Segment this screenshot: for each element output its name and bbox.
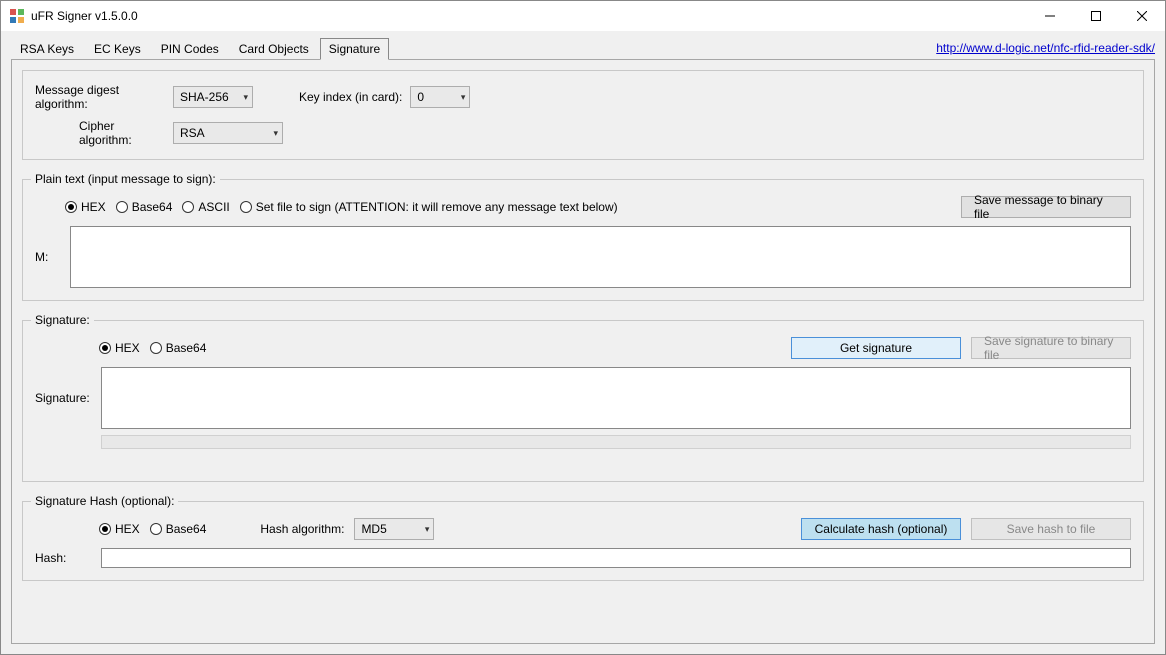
window-controls (1027, 1, 1165, 31)
chevron-down-icon: ▾ (273, 128, 278, 139)
radio-hash-base64[interactable]: Base64 (150, 522, 207, 536)
tab-pin-codes[interactable]: PIN Codes (152, 38, 228, 60)
message-input[interactable] (70, 226, 1131, 288)
hash-radios: HEX Base64 (99, 522, 216, 536)
close-icon (1137, 11, 1147, 21)
titlebar: uFR Signer v1.5.0.0 (1, 1, 1165, 31)
maximize-icon (1091, 11, 1101, 21)
radio-sig-hex[interactable]: HEX (99, 341, 140, 355)
settings-row-1: Message digest algorithm: SHA-256 ▾ Key … (35, 83, 1131, 111)
tab-card-objects[interactable]: Card Objects (230, 38, 318, 60)
title-left: uFR Signer v1.5.0.0 (9, 8, 138, 24)
hash-algo-combo[interactable]: MD5 ▾ (354, 518, 434, 540)
get-signature-button[interactable]: Get signature (791, 337, 961, 359)
radio-plain-hex[interactable]: HEX (65, 200, 106, 214)
hash-algo-value: MD5 (361, 522, 386, 536)
topbar: RSA Keys EC Keys PIN Codes Card Objects … (11, 37, 1155, 59)
signature-controls-row: HEX Base64 Get signature Save signature … (35, 337, 1131, 359)
keyidx-combo-value: 0 (417, 90, 424, 104)
signature-scroll-row (35, 435, 1131, 449)
plaintext-legend: Plain text (input message to sign): (31, 172, 220, 186)
tab-rsa-keys[interactable]: RSA Keys (11, 38, 83, 60)
tab-ec-keys[interactable]: EC Keys (85, 38, 150, 60)
tab-strip: RSA Keys EC Keys PIN Codes Card Objects … (11, 38, 389, 60)
signature-scrollbar[interactable] (101, 435, 1131, 449)
minimize-icon (1045, 11, 1055, 21)
settings-group: Message digest algorithm: SHA-256 ▾ Key … (22, 70, 1144, 160)
save-message-button[interactable]: Save message to binary file (961, 196, 1131, 218)
plaintext-controls-row: HEX Base64 ASCII Set file to sign (ATTEN… (35, 196, 1131, 218)
tab-signature[interactable]: Signature (320, 38, 389, 60)
sdk-link[interactable]: http://www.d-logic.net/nfc-rfid-reader-s… (936, 41, 1155, 55)
tab-page-signature: Message digest algorithm: SHA-256 ▾ Key … (11, 59, 1155, 644)
calc-hash-button[interactable]: Calculate hash (optional) (801, 518, 961, 540)
digest-combo[interactable]: SHA-256 ▾ (173, 86, 253, 108)
close-button[interactable] (1119, 1, 1165, 31)
plaintext-radios: HEX Base64 ASCII Set file to sign (ATTEN… (65, 200, 628, 214)
settings-row-2: Cipher algorithm: RSA ▾ (35, 119, 1131, 147)
m-label: M: (35, 250, 60, 264)
signature-label: Signature: (35, 367, 91, 405)
signature-row: Signature: (35, 367, 1131, 429)
radio-plain-file[interactable]: Set file to sign (ATTENTION: it will rem… (240, 200, 618, 214)
hash-algo-label: Hash algorithm: (260, 522, 344, 536)
signature-group: Signature: HEX Base64 Get signature Save… (22, 313, 1144, 482)
cipher-combo-value: RSA (180, 126, 205, 140)
hash-label: Hash: (35, 551, 91, 565)
client-area: RSA Keys EC Keys PIN Codes Card Objects … (1, 31, 1165, 654)
keyidx-combo[interactable]: 0 ▾ (410, 86, 470, 108)
save-hash-button: Save hash to file (971, 518, 1131, 540)
digest-label: Message digest algorithm: (35, 83, 165, 111)
message-row: M: (35, 226, 1131, 288)
signature-output[interactable] (101, 367, 1131, 429)
hash-output[interactable] (101, 548, 1131, 568)
radio-hash-hex[interactable]: HEX (99, 522, 140, 536)
hash-row: Hash: (35, 548, 1131, 568)
digest-combo-value: SHA-256 (180, 90, 229, 104)
hash-legend: Signature Hash (optional): (31, 494, 178, 508)
app-window: uFR Signer v1.5.0.0 RSA Keys EC Keys PIN… (0, 0, 1166, 655)
cipher-label: Cipher algorithm: (35, 119, 165, 147)
keyidx-label: Key index (in card): (299, 90, 402, 104)
plaintext-group: Plain text (input message to sign): HEX … (22, 172, 1144, 301)
app-icon (9, 8, 25, 24)
window-title: uFR Signer v1.5.0.0 (31, 9, 138, 23)
chevron-down-icon: ▾ (425, 524, 430, 535)
cipher-combo[interactable]: RSA ▾ (173, 122, 283, 144)
save-signature-button: Save signature to binary file (971, 337, 1131, 359)
maximize-button[interactable] (1073, 1, 1119, 31)
hash-group: Signature Hash (optional): HEX Base64 Ha… (22, 494, 1144, 581)
chevron-down-icon: ▾ (243, 92, 248, 103)
radio-plain-ascii[interactable]: ASCII (182, 200, 229, 214)
radio-plain-base64[interactable]: Base64 (116, 200, 173, 214)
radio-sig-base64[interactable]: Base64 (150, 341, 207, 355)
hash-controls-row: HEX Base64 Hash algorithm: MD5 ▾ Calcula… (35, 518, 1131, 540)
minimize-button[interactable] (1027, 1, 1073, 31)
signature-legend: Signature: (31, 313, 94, 327)
chevron-down-icon: ▾ (461, 92, 466, 103)
signature-radios: HEX Base64 (99, 341, 216, 355)
